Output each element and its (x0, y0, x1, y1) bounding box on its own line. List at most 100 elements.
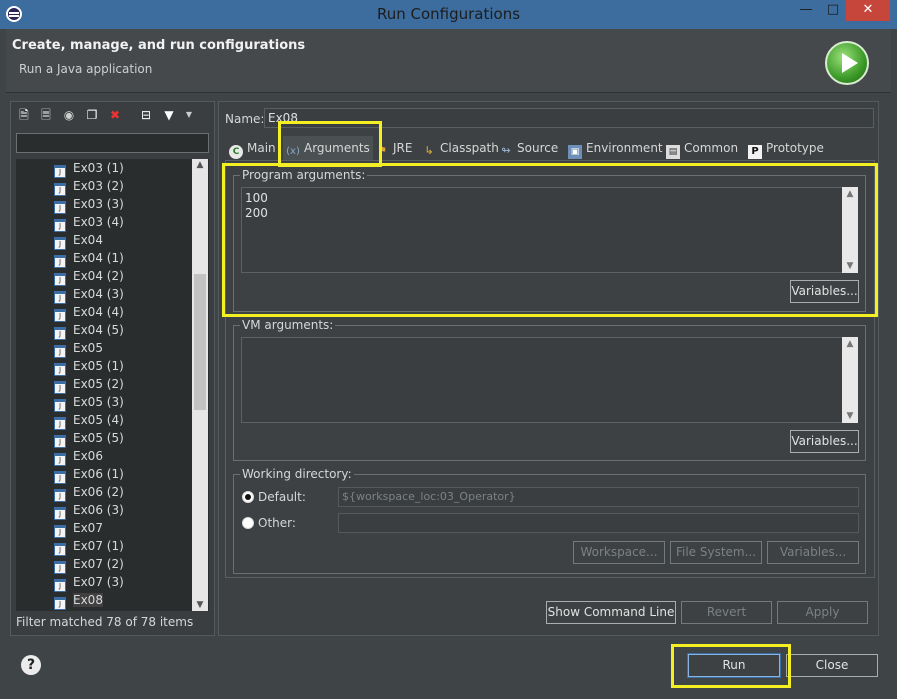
tree-item-label: Ex05 (4) (73, 413, 124, 427)
vm-arguments-label: VM arguments: (240, 318, 336, 332)
tree-item[interactable]: J Ex03 (1) (54, 159, 124, 178)
tree-item[interactable]: J Ex07 (1) (54, 537, 124, 556)
other-directory-field[interactable] (338, 513, 859, 533)
other-radio[interactable] (242, 517, 254, 529)
minimize-icon[interactable]: — (793, 0, 819, 21)
tab-prototype[interactable]: P Prototype (748, 136, 824, 160)
program-variables-button[interactable]: Variables... (790, 280, 859, 303)
tab-environment[interactable]: ▣ Environment (568, 136, 663, 160)
default-radio[interactable] (242, 491, 254, 503)
collapse-all-icon[interactable]: ⊟ (138, 107, 154, 123)
common-tab-icon: ▤ (666, 145, 680, 159)
tree-item[interactable]: J Ex03 (3) (54, 195, 124, 214)
tab-common[interactable]: ▤ Common (666, 136, 740, 160)
tree-item-label: Ex06 (2) (73, 485, 124, 499)
scroll-up-icon[interactable]: ▲ (842, 189, 858, 199)
name-field[interactable]: Ex08 (264, 108, 874, 128)
tree-item-label: Ex04 (5) (73, 323, 124, 337)
tree-item-label: Ex04 (4) (73, 305, 124, 319)
program-arguments-textarea[interactable]: 100 200 (241, 187, 843, 273)
tree-item[interactable]: J Ex04 (5) (54, 321, 124, 340)
tree-item[interactable]: J Ex05 (3) (54, 393, 124, 412)
program-arguments-label: Program arguments: (240, 168, 368, 182)
tree-item-label: Ex04 (2) (73, 269, 124, 283)
tab-source[interactable]: ↬ Source (499, 136, 561, 160)
environment-tab-icon: ▣ (568, 145, 582, 159)
close-icon[interactable]: ✕ (846, 0, 890, 21)
tree-item[interactable]: J Ex05 (54, 339, 103, 358)
tree-item[interactable]: J Ex05 (4) (54, 411, 124, 430)
tree-item-label: Ex07 (73, 521, 103, 535)
filter-icon[interactable]: ▼ (161, 107, 177, 123)
revert-button[interactable]: Revert (681, 601, 772, 624)
program-arguments-group: Program arguments: 100 200 ▲ ▼ Variables… (233, 168, 866, 312)
scroll-down-icon[interactable]: ▼ (192, 600, 208, 610)
tab-jre[interactable]: ⚑ JRE (375, 136, 417, 160)
tree-item[interactable]: J Ex05 (1) (54, 357, 124, 376)
help-icon[interactable]: ? (21, 655, 41, 675)
tree-item[interactable]: J Ex07 (2) (54, 555, 124, 574)
banner-title: Create, manage, and run configurations (12, 38, 306, 53)
tree-item[interactable]: J Ex04 (1) (54, 249, 124, 268)
tree-item[interactable]: J Ex07 (3) (54, 573, 124, 592)
workspace-button[interactable]: Workspace... (573, 541, 665, 564)
vm-variables-button[interactable]: Variables... (790, 430, 859, 453)
tree-item-label: Ex05 (3) (73, 395, 124, 409)
tree-item-label: Ex05 (2) (73, 377, 124, 391)
tree-item[interactable]: J Ex04 (2) (54, 267, 124, 286)
tree-item-label: Ex04 (1) (73, 251, 124, 265)
tree-item-label: Ex03 (1) (73, 161, 124, 175)
main-tab-icon: C (229, 145, 243, 159)
export-icon[interactable]: ◉ (61, 107, 77, 123)
scroll-up-icon[interactable]: ▲ (192, 160, 208, 170)
tree-item[interactable]: J Ex06 (1) (54, 465, 124, 484)
scroll-thumb[interactable] (194, 274, 206, 410)
tree-item[interactable]: J Ex06 (54, 447, 103, 466)
tab-arguments[interactable]: (x) Arguments (283, 136, 373, 160)
tree-item[interactable]: J Ex07 (54, 519, 103, 538)
tree-item[interactable]: J Ex05 (2) (54, 375, 124, 394)
scroll-up-icon[interactable]: ▲ (842, 339, 858, 349)
tree-item-label: Ex05 (5) (73, 431, 124, 445)
tree-scrollbar[interactable]: ▲ ▼ (192, 159, 208, 611)
tree-item[interactable]: J Ex06 (3) (54, 501, 124, 520)
file-system-button[interactable]: File System... (670, 541, 762, 564)
view-menu-icon[interactable]: ▼ (181, 107, 197, 123)
scroll-down-icon[interactable]: ▼ (842, 411, 858, 421)
tree-item[interactable]: J Ex04 (3) (54, 285, 124, 304)
window-title: Run Configurations (376, 5, 521, 23)
tree-item-label: Ex05 (1) (73, 359, 124, 373)
vm-arguments-scrollbar[interactable]: ▲ ▼ (842, 337, 858, 423)
tree-item[interactable]: J Ex03 (4) (54, 213, 124, 232)
tree-item[interactable]: J Ex05 (5) (54, 429, 124, 448)
program-arguments-scrollbar[interactable]: ▲ ▼ (842, 187, 858, 273)
duplicate-icon[interactable]: ❐ (84, 107, 100, 123)
tree-item[interactable]: J Ex04 (4) (54, 303, 124, 322)
vm-arguments-textarea[interactable] (241, 337, 843, 423)
jre-tab-icon: ⚑ (377, 144, 387, 157)
close-button[interactable]: Close (786, 654, 878, 677)
delete-icon[interactable]: ✖ (107, 107, 123, 123)
run-button[interactable]: Run (687, 653, 781, 678)
title-bar: Run Configurations — □ ✕ (0, 0, 897, 29)
dialog-banner: Create, manage, and run configurations R… (6, 29, 891, 93)
tree-item[interactable]: J Ex06 (2) (54, 483, 124, 502)
show-command-line-button[interactable]: Show Command Line (546, 601, 676, 624)
new-configuration-icon[interactable]: 🗎 (16, 107, 32, 123)
prototype-tab-icon: P (748, 145, 762, 159)
new-prototype-icon[interactable]: 🗏 (38, 107, 54, 123)
tab-classpath[interactable]: ↳ Classpath (422, 136, 498, 160)
tree-item[interactable]: J Ex04 (54, 231, 103, 250)
tree-item[interactable]: J Ex08 (54, 591, 103, 610)
tab-main[interactable]: C Main (229, 136, 281, 160)
configuration-tree[interactable]: J Ex03 (1) J Ex03 (2) J Ex03 (3) J Ex03 (4) J Ex0… (16, 159, 209, 611)
working-variables-button[interactable]: Variables... (767, 541, 859, 564)
tree-item-label: Ex07 (2) (73, 557, 124, 571)
maximize-icon[interactable]: □ (820, 0, 846, 21)
filter-input[interactable] (16, 133, 209, 153)
tree-item-label: Ex07 (3) (73, 575, 124, 589)
apply-button[interactable]: Apply (777, 601, 868, 624)
source-tab-icon: ↬ (501, 144, 511, 157)
scroll-down-icon[interactable]: ▼ (842, 261, 858, 271)
tree-item[interactable]: J Ex03 (2) (54, 177, 124, 196)
